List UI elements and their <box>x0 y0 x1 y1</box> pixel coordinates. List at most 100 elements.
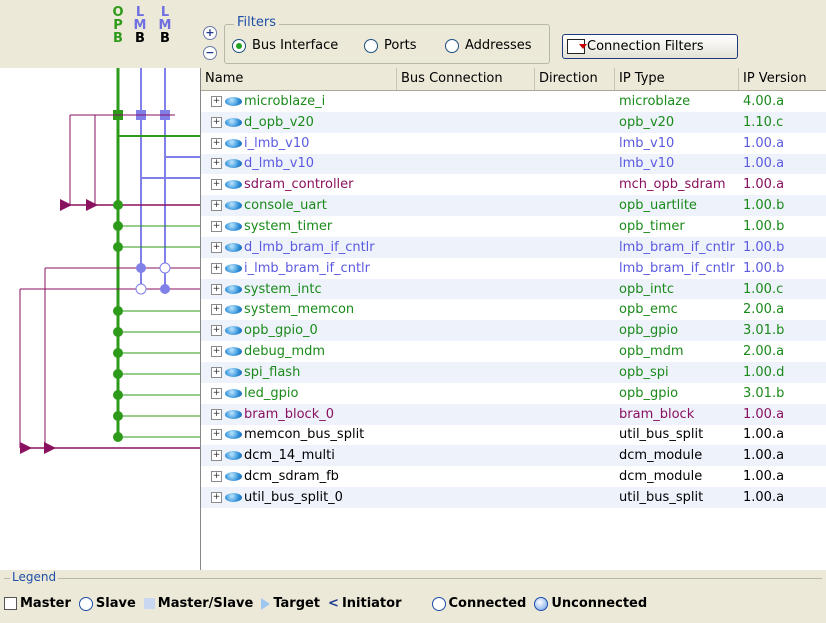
table-row[interactable]: + i_lmb_bram_if_cntlr lmb_bram_if_cntlr 1.0… <box>201 258 826 279</box>
radio-icon[interactable] <box>445 38 459 53</box>
row-name-cell[interactable]: + dcm_sdram_fb <box>201 469 397 484</box>
table-row[interactable]: + d_lmb_v10 lmb_v10 1.00.a <box>201 153 826 175</box>
table-row[interactable]: + util_bus_split_0 util_bus_split 1.00.a <box>201 487 826 508</box>
row-name-cell[interactable]: + i_lmb_bram_if_cntlr <box>201 261 397 276</box>
expand-icon[interactable]: + <box>211 325 222 337</box>
table-row[interactable]: + opb_gpio_0 opb_gpio 3.01.b <box>201 320 826 342</box>
table-row[interactable]: + dcm_sdram_fb dcm_module 1.00.a <box>201 466 826 487</box>
expand-icon[interactable]: + <box>211 241 222 253</box>
ip-instance-name: d_lmb_bram_if_cntlr <box>244 239 375 255</box>
ip-core-icon <box>225 472 242 482</box>
col-header-ip-type[interactable]: IP Type <box>615 68 739 90</box>
ip-version-cell: 1.00.a <box>743 448 785 464</box>
row-name-cell[interactable]: + microblaze_i <box>201 94 397 109</box>
table-row[interactable]: + system_timer opb_timer 1.00.b <box>201 216 826 237</box>
expand-icon[interactable]: + <box>211 283 222 295</box>
row-name-cell[interactable]: + bram_block_0 <box>201 407 397 422</box>
expand-icon[interactable]: + <box>211 137 222 149</box>
row-name-cell[interactable]: + opb_gpio_0 <box>201 323 397 338</box>
row-name-cell[interactable]: + i_lmb_v10 <box>201 136 397 151</box>
radio-icon[interactable] <box>364 38 378 53</box>
table-row[interactable]: + console_uart opb_uartlite 1.00.b <box>201 195 826 217</box>
ip-core-icon <box>225 242 242 252</box>
ip-instance-name: d_lmb_v10 <box>244 156 315 172</box>
ip-instance-name: bram_block_0 <box>244 406 334 422</box>
row-name-cell[interactable]: + d_lmb_bram_if_cntlr <box>201 240 397 255</box>
col-header-name[interactable]: Name <box>201 68 397 90</box>
row-name-cell[interactable]: + d_opb_v20 <box>201 115 397 130</box>
col-header-ip-version[interactable]: IP Version <box>739 68 826 90</box>
ip-instance-name: i_lmb_v10 <box>244 135 310 151</box>
ip-type-cell: util_bus_split <box>619 427 704 443</box>
row-name-cell[interactable]: + system_memcon <box>201 302 397 317</box>
ip-type-cell: lmb_v10 <box>619 156 675 172</box>
radio-ports[interactable]: Ports <box>364 38 417 53</box>
row-name-cell[interactable]: + debug_mdm <box>201 344 397 359</box>
expand-icon[interactable]: + <box>211 491 222 503</box>
zoom-in-button[interactable]: + <box>203 26 217 40</box>
ip-instance-name: system_memcon <box>244 302 355 318</box>
expand-icon[interactable]: + <box>211 116 222 128</box>
radio-addresses[interactable]: Addresses <box>445 38 532 53</box>
row-name-cell[interactable]: + led_gpio <box>201 386 397 401</box>
expand-icon[interactable]: + <box>211 346 222 358</box>
legend-master: Master <box>4 596 71 611</box>
row-name-cell[interactable]: + sdram_controller <box>201 177 397 192</box>
ip-core-icon <box>225 263 242 273</box>
expand-icon[interactable]: + <box>211 471 222 483</box>
table-row[interactable]: + memcon_bus_split util_bus_split 1.00.a <box>201 425 826 446</box>
expand-icon[interactable]: + <box>211 304 222 316</box>
row-name-cell[interactable]: + spi_flash <box>201 365 397 380</box>
table-row[interactable]: + microblaze_i microblaze 4.00.a <box>201 91 826 112</box>
bus-col-dlmb[interactable]: L M B <box>157 6 173 45</box>
bus-col-opb[interactable]: O P B <box>110 6 126 45</box>
table-row[interactable]: + debug_mdm opb_mdm 2.00.a <box>201 341 826 362</box>
expand-icon[interactable]: + <box>211 262 222 274</box>
expand-icon[interactable]: + <box>211 200 222 212</box>
table-row[interactable]: + d_lmb_bram_if_cntlr lmb_bram_if_cntlr 1.0… <box>201 236 826 258</box>
table-row[interactable]: + d_opb_v20 opb_v20 1.10.c <box>201 111 826 133</box>
col-header-bus-connection[interactable]: Bus Connection <box>397 68 535 90</box>
row-name-cell[interactable]: + d_lmb_v10 <box>201 156 397 171</box>
row-name-cell[interactable]: + system_intc <box>201 282 397 297</box>
expand-icon[interactable]: + <box>211 220 222 232</box>
legend-slave: Slave <box>78 596 136 611</box>
col-header-direction[interactable]: Direction <box>535 68 615 90</box>
slave-circle-icon <box>78 596 93 611</box>
radio-icon[interactable] <box>232 38 246 53</box>
expand-icon[interactable]: + <box>211 95 222 107</box>
ip-instance-name: i_lmb_bram_if_cntlr <box>244 260 370 276</box>
row-name-cell[interactable]: + system_timer <box>201 219 397 234</box>
table-row[interactable]: + sdram_controller mch_opb_sdram 1.00.a <box>201 174 826 195</box>
expand-icon[interactable]: + <box>211 158 222 170</box>
row-name-cell[interactable]: + console_uart <box>201 198 397 213</box>
ip-instance-name: memcon_bus_split <box>244 427 365 443</box>
table-row[interactable]: + dcm_14_multi dcm_module 1.00.a <box>201 445 826 467</box>
legend-target: Target <box>261 596 320 611</box>
table-row[interactable]: + bram_block_0 bram_block 1.00.a <box>201 403 826 425</box>
ip-version-cell: 1.00.d <box>743 364 785 380</box>
ip-instance-name: dcm_sdram_fb <box>244 469 339 485</box>
table-row[interactable]: + system_memcon opb_emc 2.00.a <box>201 299 826 320</box>
table-row[interactable]: + spi_flash opb_spi 1.00.d <box>201 361 826 383</box>
expand-icon[interactable]: + <box>211 179 222 191</box>
zoom-out-button[interactable]: − <box>203 46 217 60</box>
expand-icon[interactable]: + <box>211 387 222 399</box>
expand-icon[interactable]: + <box>211 429 222 441</box>
row-name-cell[interactable]: + memcon_bus_split <box>201 427 397 442</box>
expand-icon[interactable]: + <box>211 366 222 378</box>
ip-core-icon <box>225 409 242 419</box>
radio-bus-interface[interactable]: Bus Interface <box>232 38 338 53</box>
ip-version-cell: 1.00.a <box>743 469 785 485</box>
bus-col-ilmb[interactable]: L M B <box>132 6 148 45</box>
table-row[interactable]: + led_gpio opb_gpio 3.01.b <box>201 383 826 404</box>
expand-icon[interactable]: + <box>211 450 222 462</box>
ip-table[interactable]: Name Bus Connection Direction IP Type IP… <box>200 68 826 570</box>
row-name-cell[interactable]: + dcm_14_multi <box>201 448 397 463</box>
connection-filters-button[interactable]: Connection Filters <box>562 34 738 59</box>
table-row[interactable]: + i_lmb_v10 lmb_v10 1.00.a <box>201 133 826 154</box>
bus-diagram[interactable] <box>0 68 200 570</box>
row-name-cell[interactable]: + util_bus_split_0 <box>201 490 397 505</box>
expand-icon[interactable]: + <box>211 408 222 420</box>
table-row[interactable]: + system_intc opb_intc 1.00.c <box>201 278 826 300</box>
